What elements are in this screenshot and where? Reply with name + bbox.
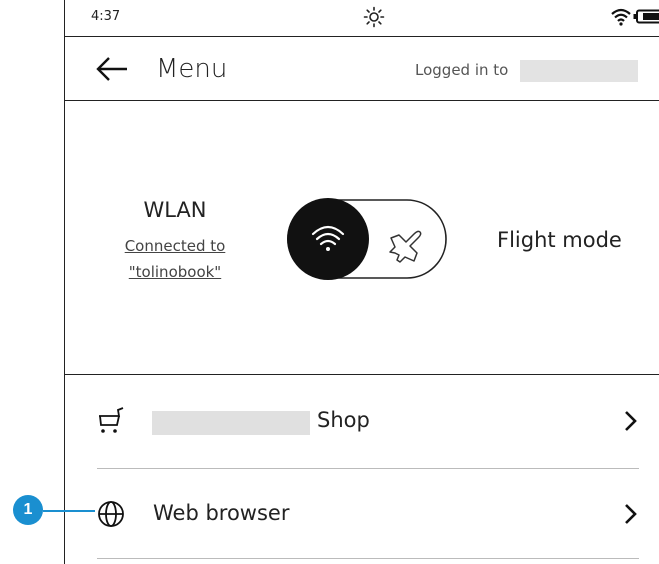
callout-marker: 1 <box>13 495 43 525</box>
flight-mode-label: Flight mode <box>497 228 622 252</box>
brightness-icon[interactable] <box>363 6 385 28</box>
ereader-screen: 4:37 Menu Logged in to WLAN Connected to… <box>64 0 659 564</box>
arrow-left-icon[interactable] <box>95 55 129 83</box>
web-browser-label: Web browser <box>153 501 290 525</box>
globe-icon <box>98 501 124 527</box>
wlan-flight-toggle[interactable] <box>287 194 449 284</box>
login-status: Logged in to <box>415 61 509 79</box>
connectivity-section: WLAN Connected to "tolinobook" Flight mo… <box>65 101 659 375</box>
page-title: Menu <box>156 54 228 84</box>
callout-line <box>43 510 95 512</box>
wlan-label: WLAN <box>143 198 207 222</box>
wlan-status-link[interactable]: Connected to <box>105 237 245 255</box>
wlan-network-link[interactable]: "tolinobook" <box>105 263 245 281</box>
shopping-cart-icon <box>99 407 124 433</box>
redacted-shop-name <box>152 411 310 435</box>
list-item-web-browser[interactable]: Web browser <box>97 468 639 559</box>
battery-icon <box>633 9 659 24</box>
wifi-icon <box>611 8 631 26</box>
redacted-account-name <box>520 60 638 82</box>
divider <box>97 558 639 559</box>
chevron-right-icon <box>625 411 637 431</box>
status-time: 4:37 <box>91 9 121 24</box>
status-bar: 4:37 <box>65 0 659 37</box>
shop-label: Shop <box>317 408 370 432</box>
chevron-right-icon <box>625 504 637 524</box>
list-item-shop[interactable]: Shop <box>97 376 639 466</box>
header: Menu Logged in to <box>65 37 659 101</box>
